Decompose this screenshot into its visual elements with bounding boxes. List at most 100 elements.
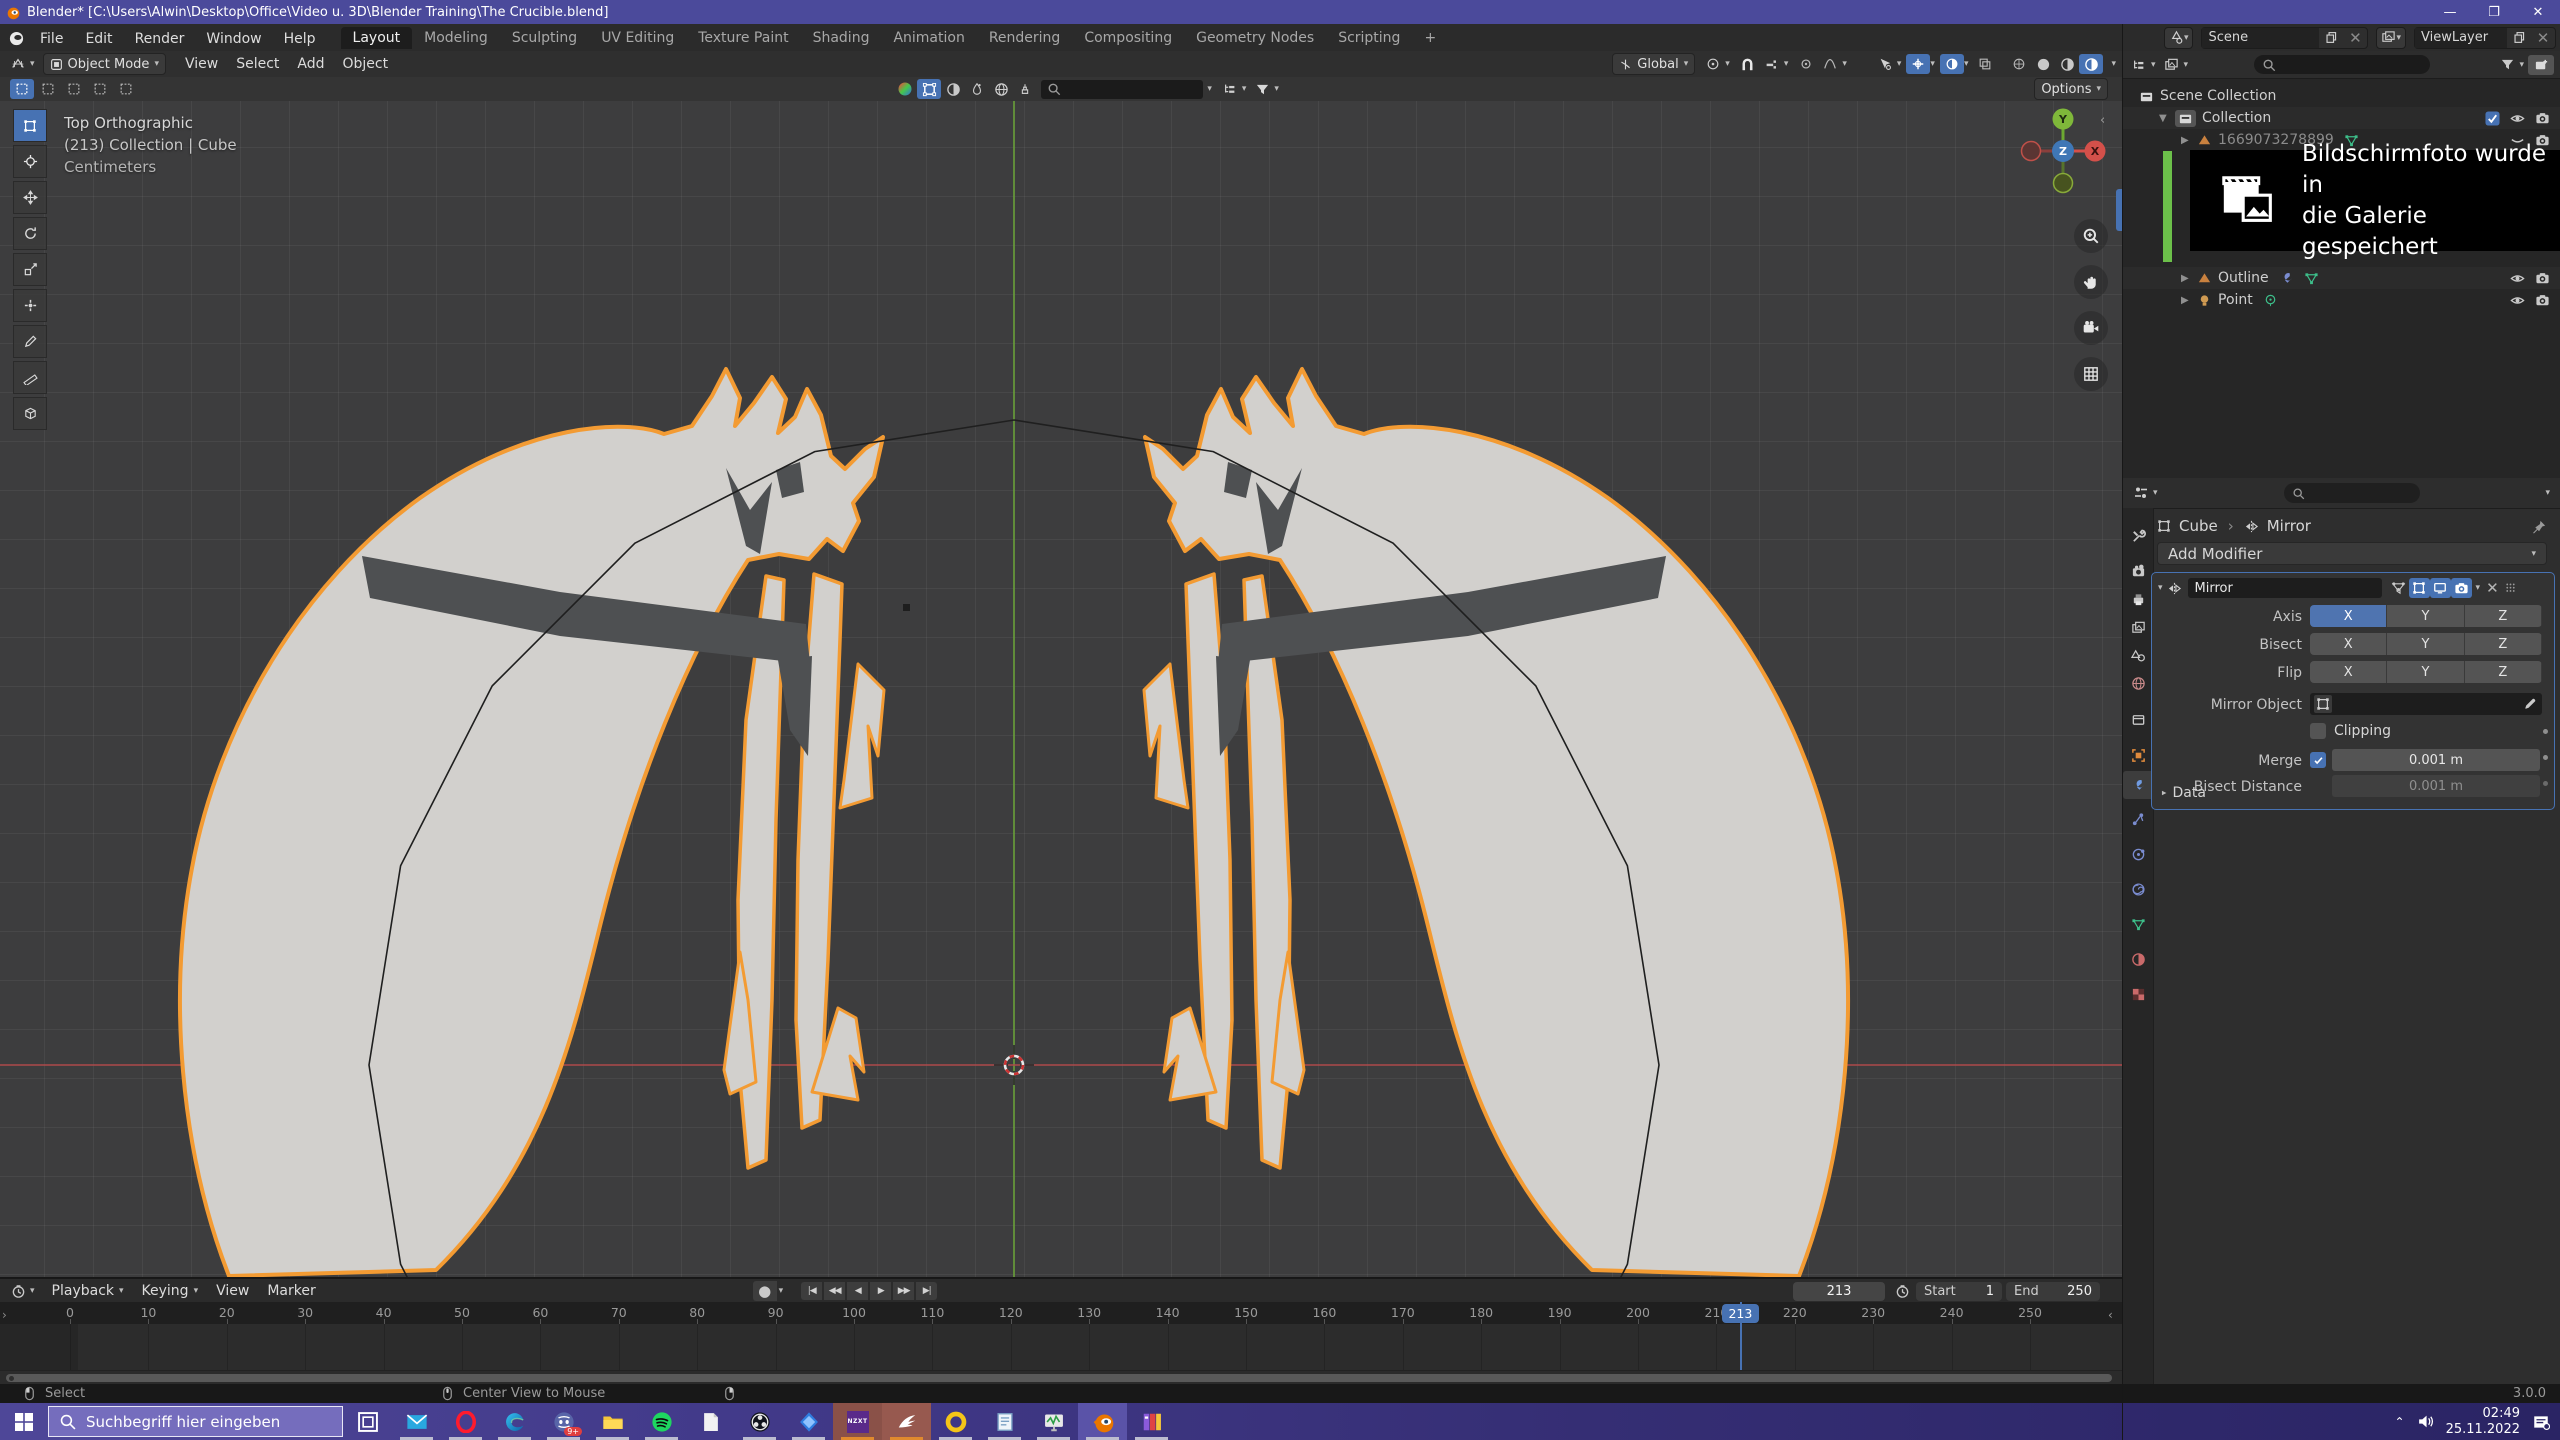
- animate-dot[interactable]: [2543, 729, 2548, 734]
- merge-checkbox[interactable]: [2310, 752, 2326, 768]
- sidebar-toggle-arrow[interactable]: ‹: [2100, 113, 2105, 128]
- eyedropper-icon[interactable]: [2522, 697, 2537, 712]
- viewlayer-browse[interactable]: ▾: [2376, 27, 2406, 49]
- outliner-row-collection[interactable]: ▼Collection: [2123, 107, 2560, 129]
- taskbar-icon-explorer[interactable]: [588, 1403, 637, 1440]
- properties-options-chevron[interactable]: ▾: [2545, 488, 2550, 498]
- tool-measure[interactable]: [13, 361, 47, 394]
- taskbar-icon-ring[interactable]: [931, 1403, 980, 1440]
- outliner-funnel-icon[interactable]: [2495, 55, 2519, 75]
- properties-tab-modifiers[interactable]: [2123, 771, 2153, 799]
- breadcrumb-object[interactable]: Cube: [2179, 517, 2218, 535]
- select-mode-extend[interactable]: [36, 79, 60, 99]
- select-mode-set[interactable]: [10, 79, 34, 99]
- taskbar-icon-nzxt[interactable]: NZXT: [833, 1403, 882, 1440]
- axis-y-button[interactable]: Y: [2387, 605, 2464, 627]
- pin-icon[interactable]: [2532, 519, 2547, 534]
- workspace-tab-layout[interactable]: Layout: [341, 27, 413, 49]
- bisect-y-button[interactable]: Y: [2387, 633, 2464, 655]
- taskbar-icon-monitor[interactable]: [1029, 1403, 1078, 1440]
- xray-toggle-icon[interactable]: [1973, 54, 1997, 74]
- flip-y-button[interactable]: Y: [2387, 661, 2464, 683]
- transform-orientation-selector[interactable]: Global▾: [1612, 53, 1695, 75]
- properties-tab-material[interactable]: [2123, 945, 2153, 973]
- filter-paint-icon[interactable]: [965, 79, 989, 99]
- viewport-menu-object[interactable]: Object: [334, 56, 398, 72]
- tool-add-cube[interactable]: [13, 397, 47, 430]
- timeline-menu-keying[interactable]: Keying▾: [133, 1283, 208, 1299]
- workspace-tab-rendering[interactable]: Rendering: [977, 27, 1073, 49]
- disclosure-closed-icon[interactable]: ▶: [2181, 295, 2195, 306]
- taskbar-icon-edge[interactable]: [490, 1403, 539, 1440]
- current-frame-field[interactable]: 213: [1793, 1282, 1885, 1301]
- taskbar-icon-wing[interactable]: [882, 1403, 931, 1440]
- zoom-view-icon[interactable]: [2074, 219, 2108, 253]
- taskbar-icon-notepad[interactable]: [980, 1403, 1029, 1440]
- shading-material-icon[interactable]: [2055, 54, 2079, 74]
- workspace-tab-shading[interactable]: Shading: [801, 27, 882, 49]
- properties-tab-collection[interactable]: [2123, 705, 2153, 733]
- prev-keyframe-button[interactable]: ◀◀: [824, 1282, 845, 1300]
- blender-menu-icon[interactable]: [8, 29, 25, 46]
- overlays-toggle-icon[interactable]: [1940, 54, 1964, 74]
- snap-magnet-icon[interactable]: [1736, 54, 1760, 74]
- select-mode-invert[interactable]: [88, 79, 112, 99]
- bisect-x-button[interactable]: X: [2310, 633, 2387, 655]
- restore-button[interactable]: ❐: [2472, 0, 2516, 24]
- timeline-ruler[interactable]: 0102030405060708090100110120130140150160…: [0, 1302, 2122, 1324]
- proportional-falloff-icon[interactable]: [1818, 54, 1842, 74]
- outliner-row-point[interactable]: ▶Point: [2123, 289, 2560, 311]
- timeline-menu-marker[interactable]: Marker: [258, 1283, 324, 1299]
- animate-dot[interactable]: [2543, 781, 2548, 786]
- disclosure-closed-icon[interactable]: ▶: [2181, 273, 2195, 284]
- play-reverse-button[interactable]: ◀: [847, 1282, 868, 1300]
- properties-tab-data[interactable]: [2123, 910, 2153, 938]
- menu-render[interactable]: Render: [124, 31, 196, 47]
- properties-tab-constraints[interactable]: [2123, 805, 2153, 833]
- viewport-menu-add[interactable]: Add: [288, 56, 333, 72]
- auto-keying-button[interactable]: ●: [753, 1281, 777, 1301]
- data-subpanel[interactable]: ▾ Data: [2162, 785, 2206, 801]
- outliner-display-mode-icon[interactable]: [2127, 55, 2151, 75]
- breadcrumb-modifier[interactable]: Mirror: [2267, 517, 2311, 535]
- eye-toggle-icon[interactable]: [2510, 111, 2525, 126]
- copy-scene-icon[interactable]: [2319, 28, 2343, 48]
- workspace-tab-scripting[interactable]: Scripting: [1326, 27, 1412, 49]
- properties-tab-world[interactable]: [2123, 669, 2153, 697]
- select-mode-subtract[interactable]: [62, 79, 86, 99]
- menu-help[interactable]: Help: [273, 31, 327, 47]
- select-mode-intersect[interactable]: [114, 79, 138, 99]
- on-cage-icon[interactable]: [2409, 578, 2430, 598]
- toolsettings-search-input[interactable]: [1041, 80, 1203, 99]
- drag-handle-icon[interactable]: [2504, 582, 2517, 595]
- bisect-distance-field[interactable]: 0.001 m: [2332, 775, 2540, 797]
- camera-view-icon[interactable]: [2074, 311, 2108, 345]
- add-workspace-button[interactable]: +: [1412, 27, 1448, 49]
- timeline-body[interactable]: [0, 1324, 2122, 1370]
- tool-cursor[interactable]: [13, 145, 47, 178]
- filter-shading-icon[interactable]: [941, 79, 965, 99]
- taskbar-icon-task-view[interactable]: [343, 1403, 392, 1440]
- viewport-menu-view[interactable]: View: [176, 56, 227, 72]
- properties-tab-physics[interactable]: [2123, 875, 2153, 903]
- show-gizmo-icon[interactable]: [1873, 54, 1897, 74]
- workspace-tab-texture-paint[interactable]: Texture Paint: [686, 27, 800, 49]
- workspace-tab-sculpting[interactable]: Sculpting: [500, 27, 589, 49]
- properties-tab-texture[interactable]: [2123, 980, 2153, 1008]
- tray-chevron-icon[interactable]: ⌃: [2395, 1415, 2405, 1429]
- unlink-scene-icon[interactable]: ✕: [2343, 28, 2367, 48]
- camera-toggle-icon[interactable]: [2535, 111, 2550, 126]
- outliner-row-outline[interactable]: ▶Outline: [2123, 267, 2560, 289]
- workspace-tab-geometry-nodes[interactable]: Geometry Nodes: [1184, 27, 1326, 49]
- eye-toggle-icon[interactable]: [2510, 271, 2525, 286]
- tool-move[interactable]: [13, 181, 47, 214]
- disclosure-open-icon[interactable]: ▼: [2159, 113, 2173, 124]
- minimize-button[interactable]: —: [2428, 0, 2472, 24]
- scene-selector[interactable]: Scene ✕: [2201, 27, 2368, 49]
- taskbar-icon-mail[interactable]: [392, 1403, 441, 1440]
- axis-x-button[interactable]: X: [2310, 605, 2387, 627]
- mirror-object-field[interactable]: [2310, 693, 2542, 715]
- playhead-label[interactable]: 213: [1722, 1304, 1759, 1323]
- tray-volume-icon[interactable]: [2417, 1413, 2434, 1430]
- add-modifier-button[interactable]: Add Modifier▾: [2157, 542, 2547, 565]
